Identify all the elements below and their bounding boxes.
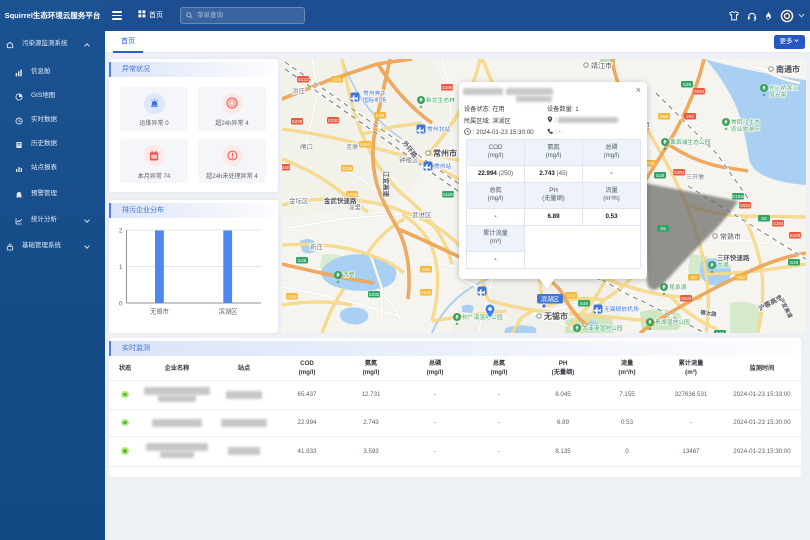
svg-text:无锡硕放机场: 无锡硕放机场	[604, 305, 639, 313]
svg-text:S5: S5	[660, 226, 666, 231]
svg-text:S29: S29	[683, 82, 692, 87]
svg-text:S232: S232	[328, 118, 339, 123]
svg-text:G204: G204	[772, 221, 784, 226]
svg-text:G25: G25	[298, 258, 307, 263]
svg-text:S358: S358	[347, 192, 358, 197]
svg-text:洪庄: 洪庄	[292, 86, 306, 95]
svg-text:G42: G42	[567, 293, 576, 298]
svg-text:三开墩: 三开墩	[686, 173, 704, 181]
svg-text:G4221: G4221	[441, 192, 455, 197]
svg-text:G346: G346	[441, 85, 453, 90]
svg-text:S59: S59	[660, 114, 669, 119]
svg-text:南通市: 南通市	[776, 64, 800, 74]
svg-text:G15: G15	[716, 331, 725, 333]
svg-text:新庄: 新庄	[310, 242, 324, 251]
svg-text:武进区: 武进区	[412, 210, 432, 219]
svg-text:常州奔牛: 常州奔牛	[363, 89, 386, 97]
svg-text:S338: S338	[342, 166, 353, 171]
svg-text:常州北站: 常州北站	[427, 125, 450, 133]
svg-text:无锡市: 无锡市	[150, 307, 169, 316]
svg-text:金坛区: 金坛区	[289, 196, 309, 205]
svg-text:204: 204	[686, 114, 694, 119]
svg-text:S48: S48	[376, 113, 385, 118]
svg-text:靖江市: 靖江市	[591, 61, 612, 70]
svg-text:连墩: 连墩	[346, 143, 358, 151]
svg-text:S240: S240	[287, 294, 298, 299]
svg-text:S39: S39	[333, 77, 342, 82]
svg-text:G524: G524	[693, 89, 705, 94]
svg-text:西墅: 西墅	[343, 271, 355, 279]
svg-text:S48: S48	[580, 301, 589, 306]
svg-text:常州站: 常州站	[434, 162, 452, 170]
svg-text:常州市: 常州市	[433, 148, 457, 158]
svg-text:江宜高速: 江宜高速	[382, 171, 391, 198]
svg-text:常熟市: 常熟市	[720, 232, 741, 241]
svg-text:农业旅游区: 农业旅游区	[731, 125, 760, 133]
svg-text:尚湖: 尚湖	[717, 261, 729, 269]
svg-text:S122: S122	[298, 77, 309, 82]
svg-text:左沁桥滨江: 左沁桥滨江	[769, 84, 798, 92]
svg-text:1: 1	[119, 264, 123, 271]
svg-text:黄泗浦生态公园: 黄泗浦生态公园	[670, 138, 711, 146]
svg-text:S342: S342	[360, 142, 371, 147]
svg-text:2: 2	[119, 228, 123, 235]
svg-text:S58: S58	[422, 267, 431, 272]
svg-text:S226: S226	[790, 233, 801, 238]
svg-text:S5: S5	[761, 216, 767, 221]
svg-text:无锡市: 无锡市	[543, 311, 568, 321]
svg-text:S230: S230	[369, 292, 380, 297]
svg-text:G204: G204	[673, 170, 685, 175]
svg-text:新龙生态林: 新龙生态林	[426, 96, 455, 104]
svg-text:S79: S79	[646, 161, 655, 166]
svg-text:G15W: G15W	[731, 194, 745, 199]
svg-text:贵湖湿地公园: 贵湖湿地公园	[655, 318, 690, 326]
svg-text:S19: S19	[656, 173, 665, 178]
svg-text:S342: S342	[421, 290, 432, 295]
svg-text:S52: S52	[737, 275, 746, 280]
svg-text:国际机场: 国际机场	[363, 96, 386, 104]
svg-text:闸口: 闸口	[300, 143, 313, 151]
svg-text:G524: G524	[739, 203, 751, 208]
svg-text:三环快速路: 三环快速路	[717, 253, 750, 262]
svg-text:风光带: 风光带	[769, 91, 787, 99]
svg-text:G524: G524	[680, 296, 692, 301]
svg-text:0: 0	[119, 301, 123, 308]
svg-text:大溪港湿地公园: 大溪港湿地公园	[582, 324, 623, 332]
svg-text:S240: S240	[282, 165, 290, 170]
svg-text:滨湖区: 滨湖区	[219, 307, 238, 316]
svg-text:S239: S239	[292, 119, 303, 124]
svg-text:常阴沙生态: 常阴沙生态	[731, 118, 760, 126]
svg-text:金武快速路: 金武快速路	[323, 196, 357, 205]
svg-text:昆承湖: 昆承湖	[669, 283, 687, 291]
svg-text:长广溪湿地公园: 长广溪湿地公园	[462, 313, 503, 321]
svg-text:S19: S19	[790, 260, 799, 265]
svg-text:G2: G2	[691, 275, 698, 280]
